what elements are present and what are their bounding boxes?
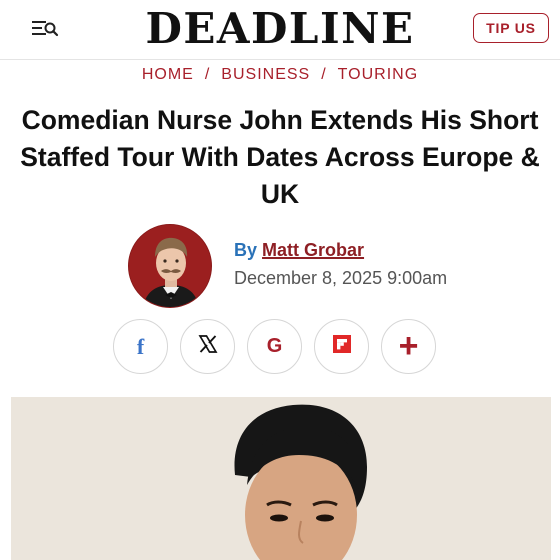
breadcrumb-separator: / <box>321 66 327 83</box>
share-more-button[interactable]: + <box>381 319 436 374</box>
google-icon: G <box>266 335 283 357</box>
share-bar: f G + <box>113 319 436 374</box>
byline-prefix: By <box>234 240 258 260</box>
byline: By Matt Grobar <box>234 240 364 261</box>
breadcrumb-business-link[interactable]: BUSINESS <box>221 66 310 83</box>
breadcrumb: HOME / BUSINESS / TOURING <box>0 66 560 84</box>
breadcrumb-separator: / <box>204 66 211 83</box>
tip-us-button[interactable]: TIP US <box>473 13 549 43</box>
publish-date: December 8, 2025 9:00am <box>234 268 448 288</box>
author-link[interactable]: Matt Grobar <box>262 240 364 260</box>
share-google-button[interactable]: G <box>247 319 302 374</box>
x-icon <box>198 334 218 359</box>
share-flipboard-button[interactable] <box>314 319 369 374</box>
flipboard-icon <box>332 334 352 359</box>
breadcrumb-home-link[interactable]: HOME <box>142 66 194 83</box>
breadcrumb-touring-link[interactable]: TOURING <box>338 66 418 83</box>
share-x-button[interactable] <box>180 319 235 374</box>
plus-icon: + <box>398 326 419 365</box>
article-hero-image[interactable] <box>11 397 551 560</box>
article-title: Comedian Nurse John Extends His Short St… <box>20 105 540 209</box>
share-facebook-button[interactable]: f <box>113 319 168 374</box>
author-avatar[interactable] <box>128 224 212 308</box>
site-header: DEADLINE TIP US <box>0 0 560 60</box>
facebook-icon: f <box>136 333 145 359</box>
